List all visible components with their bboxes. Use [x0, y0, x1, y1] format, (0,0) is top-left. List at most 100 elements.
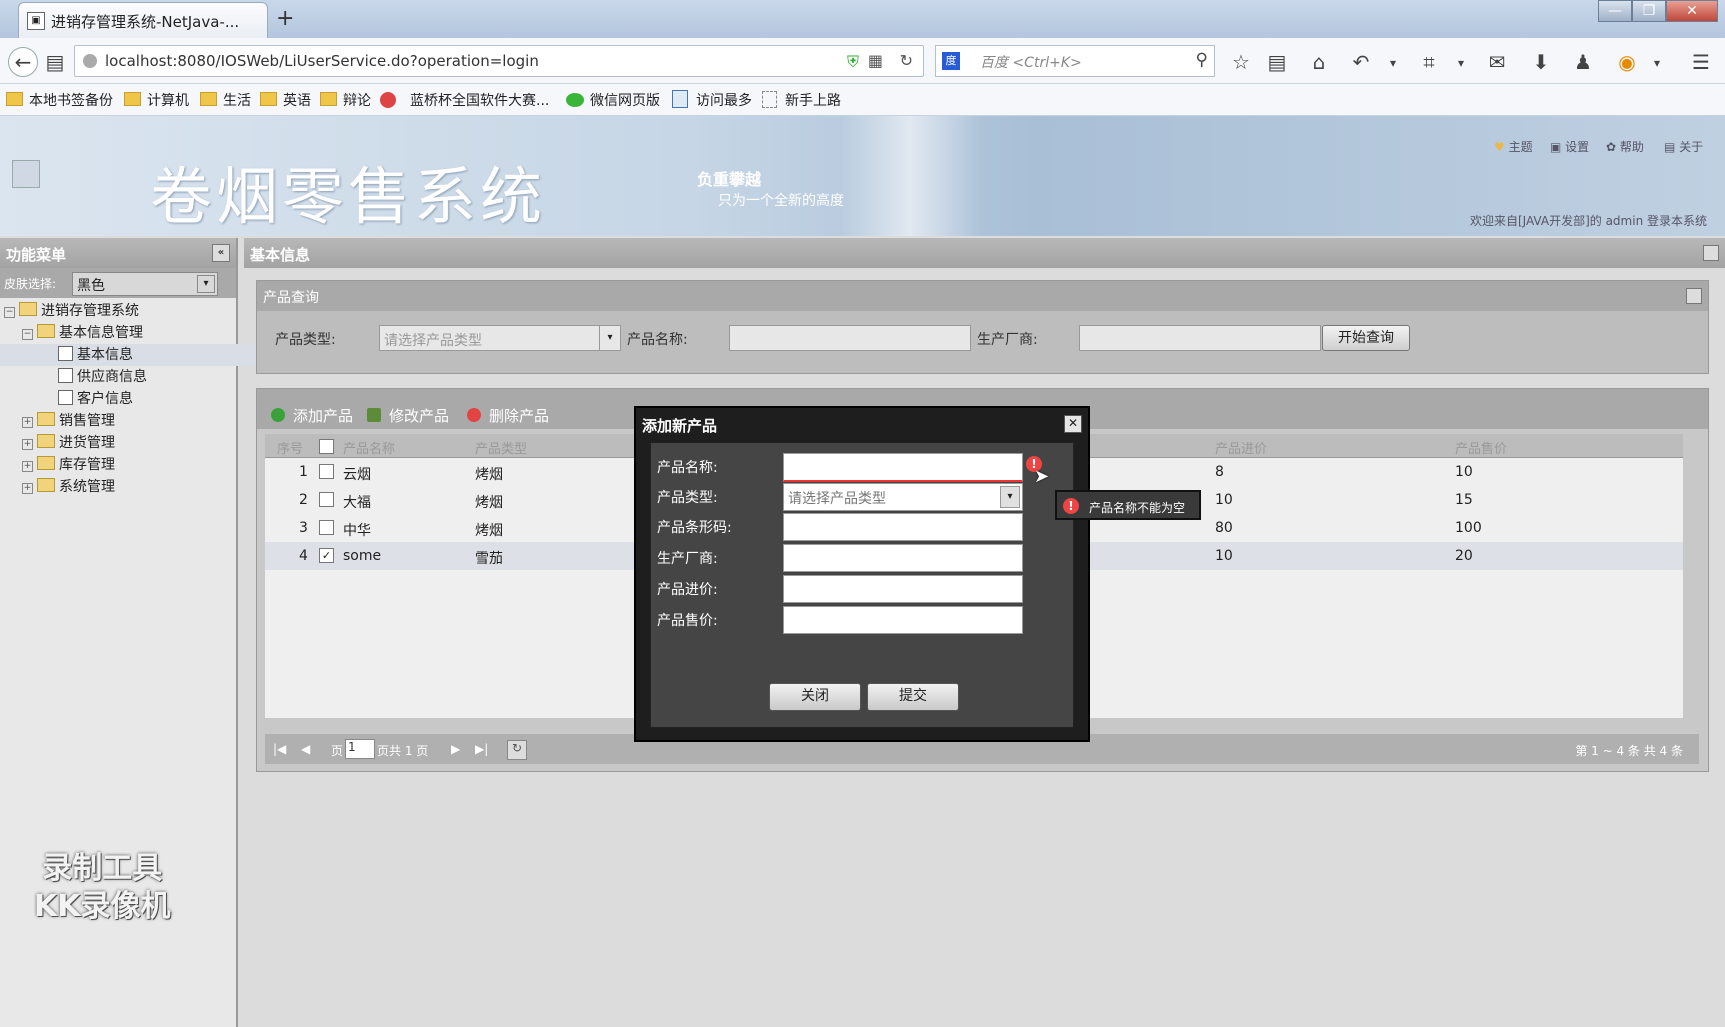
barcode-input[interactable] [783, 513, 1023, 541]
minimize-button[interactable]: — [1598, 0, 1632, 22]
tree-node-root[interactable]: − 进销存管理系统 [0, 300, 240, 322]
new-tab-button[interactable]: + [276, 6, 294, 31]
browser-tab[interactable]: ▣ 进销存管理系统-NetJava-... [18, 2, 268, 38]
collapse-panel-icon[interactable] [1703, 245, 1719, 261]
column-header[interactable]: 产品名称 [343, 438, 395, 457]
dialog-title: 添加新产品 [642, 417, 718, 435]
header-link-about[interactable]: ▤ 关于 [1664, 138, 1703, 155]
home-icon[interactable]: ⌂ [1306, 50, 1332, 74]
expand-toggle-icon[interactable]: + [22, 461, 33, 472]
bookmark-item[interactable]: 计算机 [124, 90, 189, 110]
collapse-toggle-icon[interactable]: − [22, 329, 33, 340]
last-page-icon[interactable]: ▶| [475, 742, 488, 756]
prev-page-icon[interactable]: ◀ [301, 742, 310, 756]
undo-dropdown-icon[interactable]: ▾ [1380, 56, 1406, 70]
collapse-icon[interactable]: « [212, 244, 230, 262]
site-info-icon[interactable] [83, 54, 97, 68]
maximize-button[interactable]: ❐ [1632, 0, 1666, 22]
search-icon[interactable]: ⚲ [1196, 50, 1208, 70]
column-header[interactable]: 产品类型 [475, 438, 527, 457]
search-button[interactable]: 开始查询 [1322, 325, 1410, 351]
menu-icon[interactable]: ☰ [1688, 50, 1714, 74]
row-checkbox[interactable] [319, 520, 334, 535]
error-message: 产品名称不能为空 [1089, 501, 1186, 515]
weibo-dropdown-icon[interactable]: ▾ [1644, 56, 1670, 70]
expand-toggle-icon[interactable]: + [22, 483, 33, 494]
delete-product-button[interactable]: 删除产品 [467, 405, 549, 426]
reading-list-icon[interactable]: ▤ [1264, 50, 1290, 74]
expand-toggle-icon[interactable]: + [22, 417, 33, 428]
page-input[interactable]: 1 [345, 739, 375, 759]
bookmark-item[interactable]: 微信网页版 [566, 90, 660, 110]
row-number: 4 [299, 548, 308, 564]
close-button[interactable]: 关闭 [769, 683, 861, 711]
tree-node-basic[interactable]: − 基本信息管理 [0, 322, 258, 344]
chat-icon[interactable]: ✉ [1484, 50, 1510, 74]
bookmark-item[interactable]: 访问最多 [672, 90, 752, 110]
crop-icon[interactable]: ⌗ [1416, 50, 1442, 74]
folder-icon [37, 412, 55, 426]
first-page-icon[interactable]: |◀ [273, 742, 286, 756]
download-icon[interactable]: ⬇ [1528, 50, 1554, 74]
sell-price-input[interactable] [783, 606, 1023, 634]
select-all-checkbox[interactable] [319, 439, 334, 454]
bookmark-item[interactable]: 本地书签备份 [6, 90, 113, 110]
expand-toggle-icon[interactable]: + [22, 439, 33, 450]
tree-node-basic-info[interactable]: 基本信息 [0, 344, 294, 366]
undo-icon[interactable]: ↶ [1348, 50, 1374, 74]
close-icon[interactable]: ✕ [1064, 415, 1082, 433]
row-checkbox[interactable] [319, 464, 334, 479]
header-link-theme[interactable]: ♥ 主题 [1494, 138, 1533, 155]
query-name-input[interactable] [729, 325, 971, 351]
reload-icon[interactable]: ↻ [900, 51, 913, 70]
row-checkbox[interactable] [319, 492, 334, 507]
bookmark-item[interactable]: 新手上路 [762, 90, 841, 110]
window-close-button[interactable]: ✕ [1666, 0, 1718, 22]
row-checkbox[interactable]: ✓ [319, 548, 334, 563]
back-icon[interactable]: ← [8, 47, 38, 77]
add-product-button[interactable]: 添加产品 [271, 405, 353, 426]
query-panel-header: 产品查询 [257, 281, 1708, 311]
column-header[interactable]: 产品售价 [1455, 438, 1507, 457]
tree-node-customer[interactable]: 客户信息 [0, 388, 294, 410]
column-header[interactable]: 产品进价 [1215, 438, 1267, 457]
chevron-down-icon[interactable]: ▾ [1000, 486, 1020, 508]
bookmark-star-icon[interactable]: ☆ [1228, 50, 1254, 74]
baidu-icon[interactable]: 度 [942, 52, 960, 70]
tree-node-system[interactable]: + 系统管理 [0, 476, 258, 498]
header-link-settings[interactable]: ▣ 设置 [1550, 138, 1589, 155]
collapse-toggle-icon[interactable]: − [4, 307, 15, 318]
edit-product-button[interactable]: 修改产品 [367, 405, 449, 426]
row-number: 2 [299, 492, 308, 508]
collapse-panel-icon[interactable] [1686, 288, 1702, 304]
search-box[interactable]: 度 百度 <Ctrl+K> ⚲ [935, 45, 1215, 77]
shield-icon[interactable]: ⛨ [847, 52, 859, 72]
bookmark-item[interactable]: 辩论 [320, 90, 371, 110]
submit-button[interactable]: 提交 [867, 683, 959, 711]
address-bar[interactable]: localhost:8080/IOSWeb/LiUserService.do?o… [74, 45, 924, 77]
tree-node-supplier[interactable]: 供应商信息 [0, 366, 294, 388]
chevron-down-icon[interactable]: ▾ [599, 326, 620, 350]
product-type-select[interactable]: 请选择产品类型 ▾ [783, 483, 1023, 511]
account-icon[interactable]: ♟ [1570, 50, 1596, 74]
buy-price-input[interactable] [783, 575, 1023, 603]
bookmark-item[interactable]: 生活 [200, 90, 251, 110]
tree-node-inventory[interactable]: + 库存管理 [0, 454, 258, 476]
page-icon[interactable]: ▤ [42, 50, 68, 74]
query-type-select[interactable]: 请选择产品类型 ▾ [379, 325, 621, 351]
product-name-input[interactable] [783, 453, 1023, 482]
tree-node-sales[interactable]: + 销售管理 [0, 410, 258, 432]
maker-input[interactable] [783, 544, 1023, 572]
qr-code-icon[interactable]: ▦ [868, 51, 883, 70]
bookmark-item[interactable]: 蓝桥杯全国软件大赛... [380, 90, 549, 110]
next-page-icon[interactable]: ▶ [451, 742, 460, 756]
chevron-down-icon[interactable]: ▾ [197, 275, 215, 293]
bookmark-item[interactable]: 英语 [260, 90, 311, 110]
crop-dropdown-icon[interactable]: ▾ [1448, 56, 1474, 70]
skin-select[interactable]: 黑色 ▾ [72, 272, 218, 296]
tree-node-purchase[interactable]: + 进货管理 [0, 432, 258, 454]
query-maker-input[interactable] [1079, 325, 1321, 351]
weibo-icon[interactable]: ◉ [1614, 50, 1640, 74]
refresh-icon[interactable]: ↻ [507, 740, 527, 760]
header-link-help[interactable]: ✿ 帮助 [1606, 138, 1644, 155]
